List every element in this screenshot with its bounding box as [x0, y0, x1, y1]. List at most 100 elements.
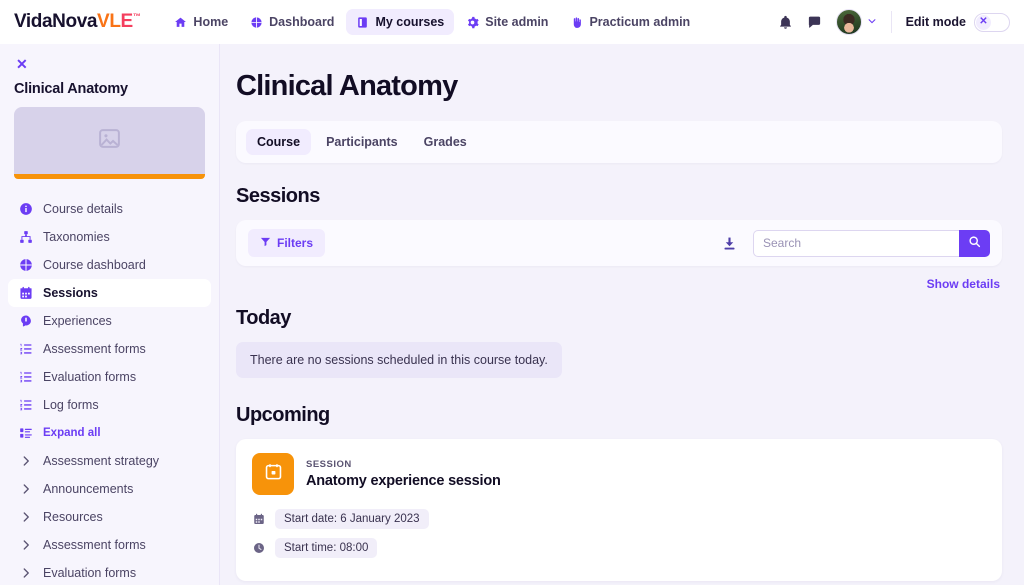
- nav-item-dashboard[interactable]: Dashboard: [240, 9, 344, 35]
- hand-icon: [570, 16, 583, 29]
- close-icon[interactable]: ✕: [0, 57, 44, 81]
- sidebar-item-experiences[interactable]: Experiences: [8, 307, 211, 335]
- session-start-date-value: Start date: 6 January 2023: [275, 509, 429, 529]
- sidebar-item-assessment-strategy[interactable]: Assessment strategy: [8, 447, 211, 475]
- gear-icon: [466, 16, 479, 29]
- sidebar-item-label: Announcements: [43, 482, 134, 496]
- primary-nav: Home Dashboard My courses Site admin Pra…: [164, 9, 700, 35]
- bell-icon[interactable]: [778, 15, 793, 30]
- logo-part-1: VidaNova: [14, 11, 98, 32]
- sidebar-item-taxonomies[interactable]: Taxonomies: [8, 223, 211, 251]
- filters-button[interactable]: Filters: [248, 229, 326, 257]
- search-button[interactable]: [959, 229, 990, 257]
- sidebar-item-course-details[interactable]: Course details: [8, 195, 211, 223]
- session-card-header: SESSION Anatomy experience session: [252, 453, 986, 495]
- info-icon: [18, 202, 33, 216]
- nav-item-my-courses[interactable]: My courses: [346, 9, 455, 35]
- session-meta-start-time: Start time: 08:00: [252, 538, 986, 558]
- tab-course[interactable]: Course: [246, 129, 312, 155]
- sidebar-item-resources[interactable]: Resources: [8, 503, 211, 531]
- session-meta-start-date: Start date: 6 January 2023: [252, 509, 986, 529]
- navbar-right-cluster: Edit mode ✕: [778, 9, 1010, 35]
- app-logo[interactable]: VidaNova VL E ™: [14, 11, 141, 33]
- download-icon[interactable]: [722, 236, 737, 251]
- toolbar-right: [722, 229, 990, 257]
- show-details-link[interactable]: Show details: [236, 277, 1000, 291]
- tab-participants[interactable]: Participants: [315, 129, 409, 155]
- filters-button-label: Filters: [277, 236, 314, 250]
- sidebar-item-label: Assessment forms: [43, 342, 146, 356]
- list-ol-icon: [18, 398, 33, 412]
- nav-item-site-admin[interactable]: Site admin: [456, 9, 558, 35]
- sitemap-icon: [18, 230, 33, 244]
- sidebar-item-assessment-forms[interactable]: Assessment forms: [8, 335, 211, 363]
- search-input[interactable]: [753, 229, 959, 257]
- main-content: Clinical Anatomy Course Participants Gra…: [220, 44, 1024, 585]
- nav-item-home-label: Home: [193, 15, 229, 29]
- image-placeholder-icon: [97, 126, 122, 156]
- top-navbar: VidaNova VL E ™ Home Dashboard My courses S…: [0, 0, 1024, 44]
- edit-mode-toggle-knob: ✕: [976, 14, 991, 30]
- logo-trademark: ™: [132, 12, 141, 21]
- calendar-icon: [252, 513, 266, 525]
- course-tabs: Course Participants Grades: [236, 121, 1002, 163]
- chat-icon[interactable]: [807, 15, 822, 30]
- chevron-down-icon: [867, 13, 877, 31]
- nav-item-my-courses-label: My courses: [375, 15, 445, 29]
- sidebar-item-label: Log forms: [43, 398, 99, 412]
- nav-item-home[interactable]: Home: [164, 9, 238, 35]
- user-menu[interactable]: [835, 9, 877, 35]
- sidebar-item-label: Evaluation forms: [43, 370, 137, 384]
- sidebar-item-label: Taxonomies: [43, 230, 110, 244]
- dashboard-icon: [18, 258, 33, 272]
- sidebar-expand-all-button[interactable]: Expand all: [8, 419, 211, 447]
- avatar: [835, 9, 862, 35]
- search-icon: [968, 235, 981, 251]
- session-card[interactable]: SESSION Anatomy experience session Start…: [236, 439, 1002, 581]
- home-icon: [174, 16, 187, 29]
- list-ol-icon: [18, 370, 33, 384]
- nav-item-site-admin-label: Site admin: [485, 15, 549, 29]
- chevron-right-icon: [18, 455, 33, 467]
- sidebar-item-evaluation-forms[interactable]: Evaluation forms: [8, 363, 211, 391]
- sidebar-item-label: Expand all: [43, 427, 101, 439]
- calendar-icon: [18, 286, 33, 300]
- navbar-divider: [890, 11, 892, 33]
- sidebar-item-course-dashboard[interactable]: Course dashboard: [8, 251, 211, 279]
- nav-item-practicum-admin[interactable]: Practicum admin: [560, 9, 700, 35]
- sidebar-item-label: Sessions: [43, 286, 98, 300]
- edit-mode-control: Edit mode ✕: [905, 12, 1010, 32]
- logo-part-3: E: [120, 11, 134, 32]
- sidebar-item-label: Experiences: [43, 314, 112, 328]
- sidebar-item-assessment-forms-group[interactable]: Assessment forms: [8, 531, 211, 559]
- tab-grades[interactable]: Grades: [413, 129, 478, 155]
- session-card-titles: SESSION Anatomy experience session: [306, 459, 501, 489]
- session-start-time-value: Start time: 08:00: [275, 538, 378, 558]
- edit-mode-label: Edit mode: [905, 15, 966, 29]
- sidebar-item-sessions[interactable]: Sessions: [8, 279, 211, 307]
- edit-mode-toggle[interactable]: ✕: [974, 12, 1010, 32]
- sessions-toolbar: Filters: [236, 220, 1002, 266]
- sidebar-item-label: Assessment forms: [43, 538, 146, 552]
- course-sidebar: ✕ Clinical Anatomy Course details Taxono…: [0, 44, 220, 585]
- sidebar-item-label: Course details: [43, 202, 123, 216]
- sidebar-item-announcements[interactable]: Announcements: [8, 475, 211, 503]
- app-shell: ✕ Clinical Anatomy Course details Taxono…: [0, 44, 1024, 585]
- page-title: Clinical Anatomy: [236, 70, 458, 102]
- sessions-heading: Sessions: [236, 185, 320, 207]
- chevron-right-icon: [18, 539, 33, 551]
- chevron-right-icon: [18, 511, 33, 523]
- sidebar-course-title: Clinical Anatomy: [14, 81, 128, 97]
- sidebar-item-evaluation-forms-group[interactable]: Evaluation forms: [8, 559, 211, 585]
- today-empty-notice: There are no sessions scheduled in this …: [236, 342, 562, 378]
- nav-item-dashboard-label: Dashboard: [269, 15, 335, 29]
- head-idea-icon: [18, 314, 33, 328]
- upcoming-heading: Upcoming: [236, 404, 330, 426]
- sidebar-item-label: Course dashboard: [43, 258, 146, 272]
- logo-part-2: VL: [97, 11, 121, 32]
- calendar-icon: [264, 462, 283, 486]
- sidebar-item-log-forms[interactable]: Log forms: [8, 391, 211, 419]
- sidebar-nav-list: Course details Taxonomies Course dashboa…: [0, 195, 219, 585]
- session-type-icon-badge: [252, 453, 294, 495]
- chevron-right-icon: [18, 483, 33, 495]
